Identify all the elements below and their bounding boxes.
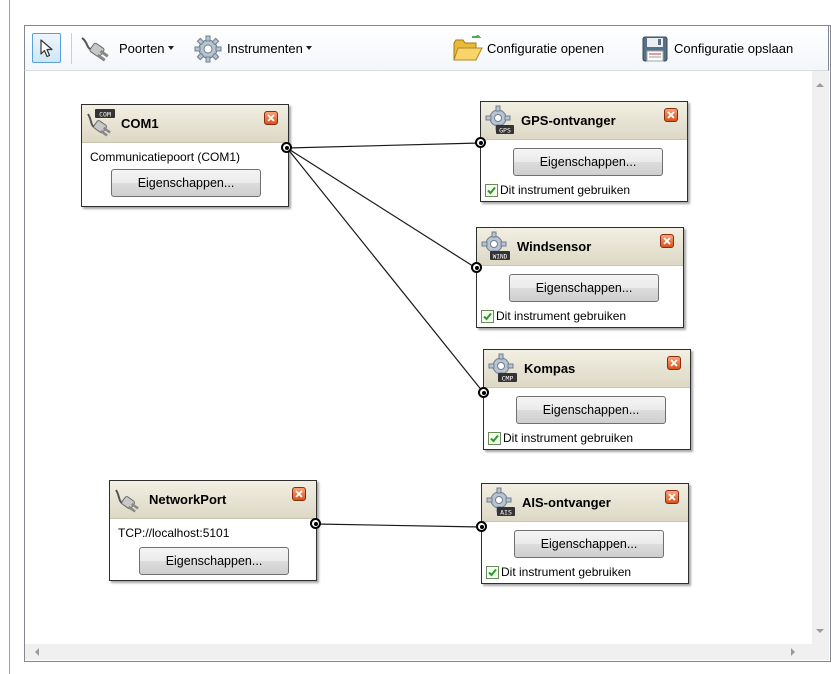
- properties-button[interactable]: Eigenschappen...: [513, 148, 663, 176]
- port-output-connector[interactable]: [281, 142, 292, 153]
- close-button[interactable]: [264, 111, 278, 125]
- close-icon: [668, 493, 676, 501]
- connection-networkport-ais[interactable]: [315, 523, 482, 528]
- close-icon: [670, 359, 678, 367]
- instrument-input-connector[interactable]: [476, 521, 487, 532]
- instrument-title: Windsensor: [517, 239, 592, 254]
- instrument-node-kompas[interactable]: CMP Kompas Eigenschappen... Dit instrume…: [483, 349, 691, 450]
- use-instrument-label: Dit instrument gebruiken: [500, 183, 631, 197]
- instrument-title: AIS-ontvanger: [522, 495, 611, 510]
- close-button[interactable]: [660, 234, 674, 248]
- port-node-com1[interactable]: COM COM1 Communicatiepoort (COM1) Eigens…: [81, 104, 289, 207]
- gear-icon: WIND: [481, 231, 510, 261]
- use-instrument-checkbox[interactable]: [486, 566, 499, 579]
- connection-com1-gps[interactable]: [286, 142, 481, 149]
- instrument-badge: AIS: [500, 509, 512, 517]
- close-icon: [267, 114, 275, 122]
- properties-button[interactable]: Eigenschappen...: [139, 547, 289, 575]
- gear-icon: AIS: [486, 487, 515, 517]
- close-icon: [295, 490, 303, 498]
- node-header[interactable]: COM COM1: [82, 105, 288, 143]
- close-icon: [663, 237, 671, 245]
- use-instrument-checkbox[interactable]: [485, 184, 498, 197]
- node-header[interactable]: AIS AIS-ontvanger: [482, 484, 688, 522]
- instrument-title: Kompas: [524, 361, 576, 376]
- port-output-connector[interactable]: [310, 518, 321, 529]
- node-header[interactable]: WIND Windsensor: [477, 228, 683, 266]
- close-button[interactable]: [667, 356, 681, 370]
- properties-button[interactable]: Eigenschappen...: [516, 396, 666, 424]
- instrument-node-windsensor[interactable]: WIND Windsensor Eigenschappen... Dit ins…: [476, 227, 684, 328]
- close-button[interactable]: [292, 487, 306, 501]
- instrument-title: GPS-ontvanger: [521, 113, 616, 128]
- instrument-badge: CMP: [502, 375, 514, 383]
- gear-icon: CMP: [488, 353, 517, 383]
- close-icon: [667, 111, 675, 119]
- plug-icon: [115, 489, 139, 513]
- properties-button[interactable]: Eigenschappen...: [509, 274, 659, 302]
- use-instrument-label: Dit instrument gebruiken: [503, 431, 634, 445]
- properties-button[interactable]: Eigenschappen...: [111, 169, 261, 197]
- checkmark-icon: [483, 312, 492, 321]
- plug-icon: COM: [87, 109, 115, 137]
- instrument-badge: GPS: [499, 127, 511, 135]
- checkmark-icon: [487, 186, 496, 195]
- node-header[interactable]: CMP Kompas: [484, 350, 690, 388]
- use-instrument-checkbox[interactable]: [488, 432, 501, 445]
- port-node-networkport[interactable]: NetworkPort TCP://localhost:5101 Eigensc…: [109, 480, 317, 581]
- instrument-node-ais[interactable]: AIS AIS-ontvanger Eigenschappen... Dit i…: [481, 483, 689, 584]
- checkmark-icon: [488, 568, 497, 577]
- properties-button[interactable]: Eigenschappen...: [514, 530, 664, 558]
- connection-com1-kompas[interactable]: [286, 147, 484, 393]
- instrument-input-connector[interactable]: [478, 387, 489, 398]
- instrument-input-connector[interactable]: [471, 262, 482, 273]
- node-header[interactable]: GPS GPS-ontvanger: [481, 102, 687, 140]
- use-instrument-label: Dit instrument gebruiken: [501, 565, 632, 579]
- port-description: Communicatiepoort (COM1): [90, 150, 241, 164]
- instrument-input-connector[interactable]: [475, 137, 486, 148]
- close-button[interactable]: [665, 490, 679, 504]
- port-title: COM1: [121, 116, 159, 131]
- port-description: TCP://localhost:5101: [118, 526, 230, 540]
- checkmark-icon: [490, 434, 499, 443]
- instrument-node-gps[interactable]: GPS GPS-ontvanger Eigenschappen... Dit i…: [480, 101, 688, 202]
- gear-icon: GPS: [485, 105, 514, 135]
- close-button[interactable]: [664, 108, 678, 122]
- node-header[interactable]: NetworkPort: [110, 481, 316, 519]
- use-instrument-checkbox[interactable]: [481, 310, 494, 323]
- instrument-badge: WIND: [493, 254, 508, 261]
- port-badge: COM: [99, 111, 111, 119]
- port-title: NetworkPort: [149, 492, 227, 507]
- connection-com1-windsensor[interactable]: [286, 147, 477, 269]
- use-instrument-label: Dit instrument gebruiken: [496, 309, 627, 323]
